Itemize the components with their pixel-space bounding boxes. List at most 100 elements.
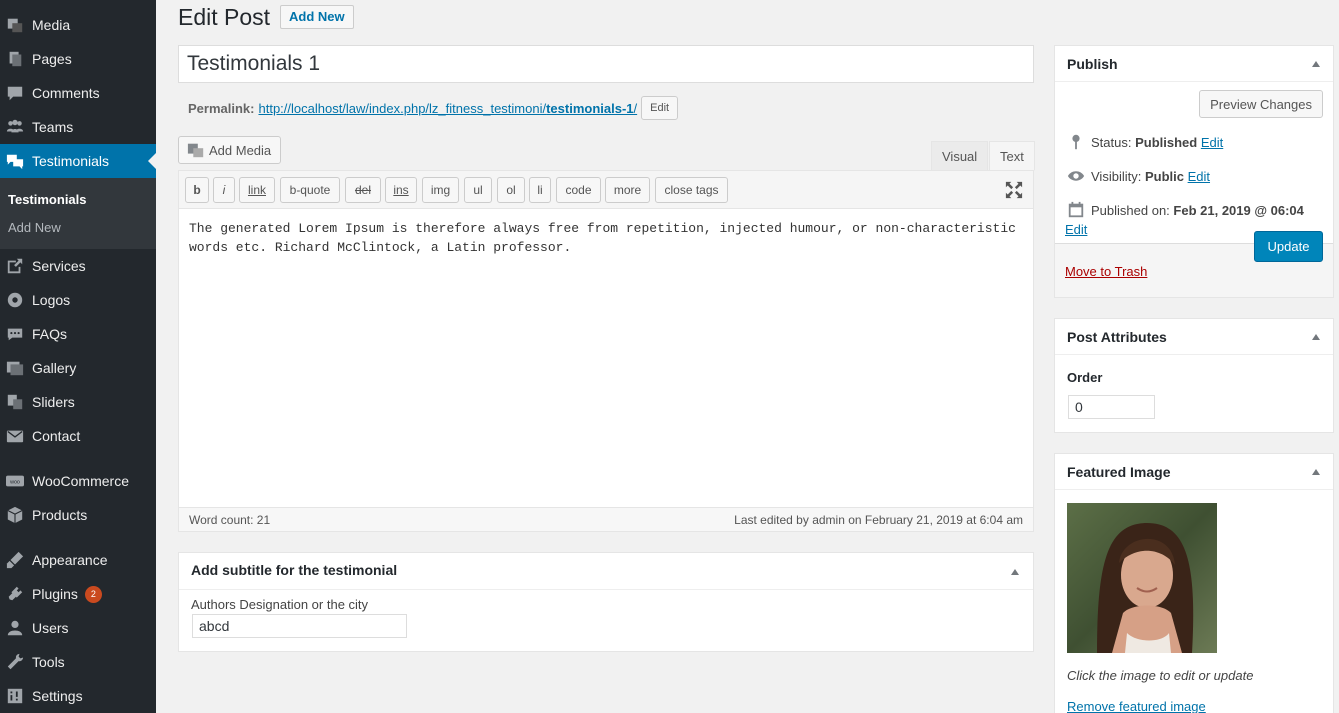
menu-woocommerce[interactable]: woo WooCommerce [0,464,156,498]
permalink-slug: testimonials-1 [546,100,634,116]
menu-services[interactable]: Services [0,249,156,283]
eye-icon [1067,171,1085,181]
menu-teams[interactable]: Teams [0,110,156,144]
qt-img-button[interactable]: img [422,177,459,203]
visibility-edit-link[interactable]: Edit [1188,169,1210,184]
tab-visual[interactable]: Visual [931,141,989,171]
status-edit-link[interactable]: Edit [1201,135,1223,150]
menu-settings[interactable]: Settings [0,679,156,713]
post-title-input[interactable] [178,45,1034,83]
visibility-row: Visibility: Public Edit [1067,167,1210,185]
qt-ol-button[interactable]: ol [497,177,525,203]
menu-tools[interactable]: Tools [0,645,156,679]
collapse-arrow-icon[interactable] [1312,61,1320,67]
menu-label: Sliders [32,394,75,410]
menu-testimonials[interactable]: Testimonials [0,144,156,178]
collapse-arrow-icon[interactable] [1312,334,1320,340]
menu-label: Comments [32,85,100,101]
add-new-button[interactable]: Add New [280,5,354,29]
add-media-button[interactable]: Add Media [178,136,282,164]
add-media-icon [187,143,204,158]
menu-plugins[interactable]: Plugins 2 [0,577,156,611]
qt-link-button[interactable]: link [239,177,275,203]
menu-sliders[interactable]: Sliders [0,385,156,419]
featured-image-header: Featured Image [1055,454,1333,490]
menu-appearance[interactable]: Appearance [0,543,156,577]
fullscreen-expand-icon[interactable] [1005,181,1023,199]
move-to-trash-link[interactable]: Move to Trash [1065,264,1147,279]
collapse-arrow-icon[interactable] [1312,469,1320,475]
menu-gallery[interactable]: Gallery [0,351,156,385]
qt-close-tags-button[interactable]: close tags [655,177,728,203]
menu-pages[interactable]: Pages [0,42,156,76]
comments-icon [5,83,25,103]
text-editor: b i link b-quote del ins img ul ol li co… [178,170,1034,532]
qt-del-button[interactable]: del [345,177,381,203]
qt-ul-button[interactable]: ul [464,177,492,203]
permalink-row: Permalink: http://localhost/law/index.ph… [188,96,679,120]
menu-products[interactable]: Products [0,498,156,532]
preview-changes-button[interactable]: Preview Changes [1199,90,1323,118]
plugins-icon [5,584,25,604]
qt-bquote-button[interactable]: b-quote [280,177,340,203]
appearance-icon [5,550,25,570]
contact-icon [5,426,25,446]
testimonials-submenu: Testimonials Add New [0,178,156,249]
qt-code-button[interactable]: code [556,177,601,203]
featured-image-hint: Click the image to edit or update [1067,668,1254,683]
post-attributes-title: Post Attributes [1067,328,1167,345]
sliders-icon [5,392,25,412]
publish-header: Publish [1055,46,1333,82]
qt-more-button[interactable]: more [605,177,650,203]
menu-contact[interactable]: Contact [0,419,156,453]
published-edit-link[interactable]: Edit [1065,222,1087,237]
qt-li-button[interactable]: li [529,177,551,203]
menu-label: Media [32,17,71,33]
editor-line-2: words etc. Richard McClintock, a Latin p… [189,240,572,255]
authors-designation-input[interactable] [192,614,407,638]
qt-ins-button[interactable]: ins [385,177,417,203]
menu-label: Contact [32,428,81,444]
menu-logos[interactable]: Logos [0,283,156,317]
featured-image-title: Featured Image [1067,463,1171,480]
tab-text[interactable]: Text [989,141,1035,171]
qt-italic-button[interactable]: i [213,177,235,203]
permalink-edit-button[interactable]: Edit [641,96,679,120]
collapse-arrow-icon[interactable] [1011,569,1019,575]
publish-metabox: Publish Preview Changes Status: Publishe… [1054,45,1334,298]
subtitle-metabox-title: Add subtitle for the testimonial [191,562,398,578]
logos-icon [5,290,25,310]
subtitle-metabox: Add subtitle for the testimonial Authors… [178,552,1034,652]
update-button[interactable]: Update [1254,231,1323,262]
editor-textarea[interactable]: The generated Lorem Ipsum is therefore a… [189,219,1025,257]
plugins-update-badge: 2 [84,585,102,603]
menu-comments[interactable]: Comments [0,76,156,110]
featured-image-thumbnail[interactable] [1067,503,1217,653]
calendar-icon [1068,201,1084,218]
admin-sidebar: Media Pages Comments Teams Testimonials … [0,0,156,713]
order-input[interactable] [1068,395,1155,419]
menu-media[interactable]: Media [0,8,156,42]
editor-line-1: The generated Lorem Ipsum is therefore a… [189,221,1016,236]
permalink-label: Permalink: [188,100,255,116]
qt-bold-button[interactable]: b [185,177,209,203]
menu-users[interactable]: Users [0,611,156,645]
woocommerce-icon: woo [5,471,25,491]
menu-label: Settings [32,688,83,704]
order-label: Order [1067,370,1103,385]
permalink-link[interactable]: http://localhost/law/index.php/lz_fitnes… [258,101,637,116]
status-label: Status: [1091,134,1132,150]
featured-image-metabox: Featured Image Click the image to edit o… [1054,453,1334,713]
remove-featured-image-link[interactable]: Remove featured image [1067,699,1206,713]
menu-label: WooCommerce [32,473,129,489]
menu-label: Pages [32,51,72,67]
menu-label: Tools [32,654,65,670]
menu-label: Users [32,620,69,636]
pages-icon [5,49,25,69]
submenu-add-new[interactable]: Add New [8,220,61,235]
permalink-base: http://localhost/law/index.php/lz_fitnes… [258,100,547,116]
menu-faqs[interactable]: FAQs [0,317,156,351]
submenu-testimonials[interactable]: Testimonials [8,192,87,207]
services-icon [5,256,25,276]
menu-label: Testimonials [32,153,110,169]
